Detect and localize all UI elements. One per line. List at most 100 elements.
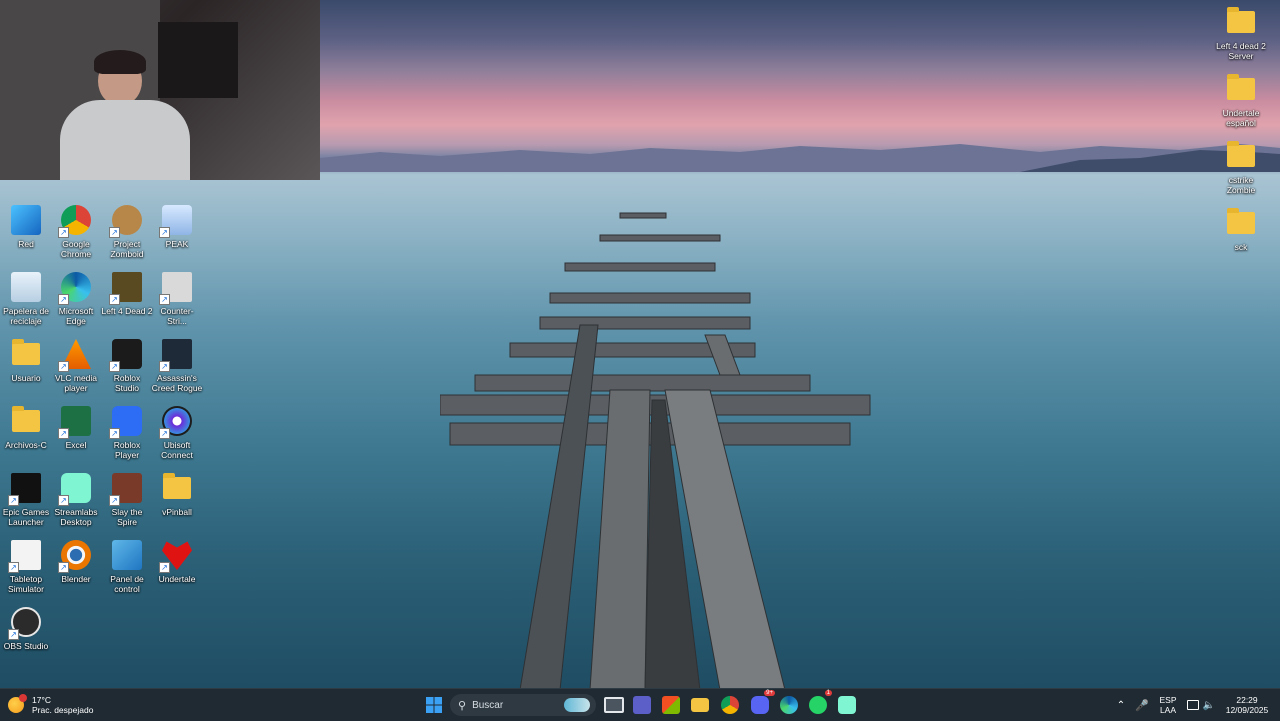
speaker-icon: 🔈 — [1202, 699, 1216, 711]
desktop-icon-label: Tabletop Simulator — [8, 574, 44, 594]
start-button[interactable] — [420, 689, 448, 721]
assassins-creed-icon: ↗ — [159, 338, 193, 372]
tabletop-icon: ↗ — [8, 539, 42, 573]
desktop-icon-label: Google Chrome — [60, 239, 92, 259]
desktop-icon-label: Epic Games Launcher — [2, 507, 50, 527]
desktop-icon-label: Undertale — [158, 574, 196, 584]
desktop-icon-edge[interactable]: ↗ Microsoft Edge — [50, 271, 102, 326]
explorer-button[interactable] — [686, 689, 714, 721]
whatsapp-badge: 1 — [824, 690, 832, 696]
clock-time: 22:29 — [1236, 695, 1258, 705]
edge-icon — [780, 696, 798, 714]
shortcut-arrow-icon: ↗ — [159, 361, 170, 372]
edge-icon: ↗ — [58, 271, 92, 305]
desktop-icon-blender[interactable]: ↗ Blender — [50, 539, 102, 584]
desktop-icon-peak[interactable]: ↗ PEAK — [151, 204, 203, 249]
control-panel-icon — [111, 539, 143, 571]
desktop-icon-obs[interactable]: ↗ OBS Studio — [0, 606, 52, 651]
language-indicator[interactable]: ESP LAA — [1156, 689, 1180, 721]
roblox-player-icon: ↗ — [109, 405, 143, 439]
desktop-icon-usuario[interactable]: Usuario — [0, 338, 52, 383]
tray-overflow-chevron[interactable]: ⌃ — [1114, 689, 1128, 721]
shortcut-arrow-icon: ↗ — [58, 562, 69, 573]
network-tray[interactable] — [1186, 689, 1200, 721]
desktop-icon-label: Slay the Spire — [111, 507, 143, 527]
desktop-icon-streamlabs[interactable]: ↗ Streamlabs Desktop — [50, 472, 102, 527]
desktop-icon-label: VLC media player — [54, 373, 98, 393]
folder-shape — [163, 473, 191, 499]
desktop-icon-panel[interactable]: Panel de control — [101, 539, 153, 594]
chrome-button[interactable] — [716, 689, 744, 721]
search-placeholder: Buscar — [472, 699, 504, 711]
streamlabs-button[interactable] — [833, 689, 861, 721]
discord-button[interactable]: 9+ — [746, 689, 775, 721]
folder-shape — [1227, 208, 1255, 234]
task-view-button[interactable] — [600, 689, 628, 721]
desktop-icon-undertale[interactable]: ↗ Undertale — [151, 539, 203, 584]
discord-icon: 9+ — [751, 690, 775, 714]
chevron-up-icon: ⌃ — [1116, 699, 1126, 711]
desktop-icon-roblox-player[interactable]: ↗ Roblox Player — [101, 405, 153, 460]
roblox-studio-icon: ↗ — [109, 338, 143, 372]
desktop-icon-label: Blender — [61, 574, 91, 584]
desktop-icon-l4d2-server[interactable]: Left 4 dead 2 Server — [1215, 6, 1267, 61]
desktop-icon-ubisoft[interactable]: ↗ Ubisoft Connect — [151, 405, 203, 460]
folder-icon — [1225, 6, 1257, 38]
microphone-icon: 🎤 — [1135, 699, 1149, 712]
desktop-icon-tabletop[interactable]: ↗ Tabletop Simulator — [0, 539, 52, 594]
store-button[interactable] — [657, 689, 685, 721]
weather-icon — [8, 694, 27, 713]
webcam-person — [60, 50, 190, 180]
desktop-icon-sck[interactable]: sck — [1215, 207, 1267, 252]
shortcut-arrow-icon: ↗ — [58, 294, 69, 305]
icon-shape — [11, 272, 41, 302]
desktop-icon-l4d2[interactable]: ↗ Left 4 Dead 2 — [101, 271, 153, 316]
zomboid-icon: ↗ — [109, 204, 143, 238]
desktop-icon-ac-rogue[interactable]: ↗ Assassin's Creed Rogue — [151, 338, 203, 393]
clock[interactable]: 22:29 12/09/2025 — [1222, 689, 1272, 721]
volume-tray[interactable]: 🔈 — [1202, 689, 1216, 721]
desktop-icon-undertale-es[interactable]: Undertale español — [1215, 73, 1267, 128]
desktop-icon-vlc[interactable]: ↗ VLC media player — [50, 338, 102, 393]
shortcut-arrow-icon: ↗ — [159, 227, 170, 238]
search-box[interactable]: ⚲ Buscar — [450, 694, 596, 716]
folder-icon — [10, 338, 42, 370]
desktop-icon-roblox-studio[interactable]: ↗ Roblox Studio — [101, 338, 153, 393]
folder-icon — [10, 405, 42, 437]
task-view-icon — [604, 697, 624, 713]
peak-icon: ↗ — [159, 204, 193, 238]
desktop-icon-chrome[interactable]: ↗ Google Chrome — [50, 204, 102, 259]
weather-widget[interactable]: 17°C Prac. despejado — [8, 689, 98, 721]
desktop-icon-label: cstrike Zombie — [1226, 175, 1256, 195]
whatsapp-button[interactable]: 1 — [804, 689, 832, 721]
recycle-bin-icon — [10, 271, 42, 303]
folder-icon — [1225, 73, 1257, 105]
desktop-icon-label: Counter-Stri... — [160, 306, 194, 326]
desktop-icon-vpinball[interactable]: vPinball — [151, 472, 203, 517]
chrome-icon — [721, 696, 739, 714]
desktop-icon-zomboid[interactable]: ↗ Project Zomboid — [101, 204, 153, 259]
desktop-icon-epic[interactable]: ↗ Epic Games Launcher — [0, 472, 52, 527]
shortcut-arrow-icon: ↗ — [109, 428, 120, 439]
desktop-icon-sts[interactable]: ↗ Slay the Spire — [101, 472, 153, 527]
edge-button[interactable] — [775, 689, 803, 721]
network-icon — [10, 204, 42, 236]
desktop-icon-recycle[interactable]: Papelera de reciclaje — [0, 271, 52, 326]
search-icon: ⚲ — [458, 699, 467, 712]
desktop-icon-cstrike[interactable]: cstrike Zombie — [1215, 140, 1267, 195]
desktop-icon-label: Ubisoft Connect — [161, 440, 193, 460]
desktop-icon-cs[interactable]: ↗ Counter-Stri... — [151, 271, 203, 326]
weather-desc: Prac. despejado — [32, 705, 94, 715]
desktop-icon-label: sck — [1234, 242, 1248, 252]
search-highlight-icon — [564, 698, 590, 712]
excel-icon: ↗ — [58, 405, 92, 439]
desktop-icon-label: Usuario — [11, 373, 41, 383]
teams-button[interactable] — [628, 689, 656, 721]
desktop-icon-excel[interactable]: ↗ Excel — [50, 405, 102, 450]
desktop-icon-archivos[interactable]: Archivos-C — [0, 405, 52, 450]
desktop-icon-red[interactable]: Red — [0, 204, 52, 249]
microphone-tray[interactable]: 🎤 — [1134, 689, 1150, 721]
folder-shape — [1227, 141, 1255, 167]
shortcut-arrow-icon: ↗ — [159, 428, 170, 439]
l4d2-icon: ↗ — [109, 271, 143, 305]
